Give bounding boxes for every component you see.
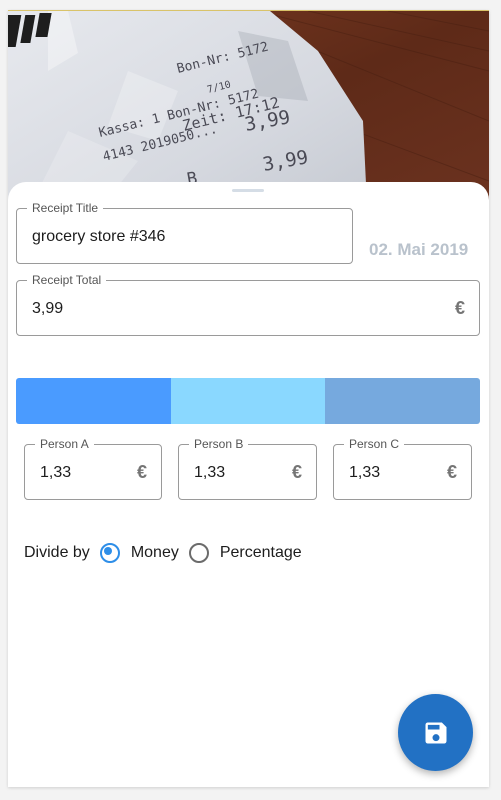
receipt-title-label: Receipt Title <box>27 201 104 215</box>
receipt-title-value[interactable]: grocery store #346 <box>32 227 165 247</box>
euro-icon: € <box>454 298 465 318</box>
save-icon <box>425 722 446 743</box>
person-c-field[interactable]: Person C 1,33 € <box>333 437 472 500</box>
person-c-value[interactable]: 1,33 <box>349 463 380 483</box>
receipt-total-field[interactable]: Receipt Total 3,99 € <box>16 273 480 336</box>
split-bar-segment-a[interactable] <box>16 378 171 424</box>
person-b-value[interactable]: 1,33 <box>194 463 225 483</box>
percentage-radio-label[interactable]: Percentage <box>220 544 302 562</box>
person-a-value[interactable]: 1,33 <box>40 463 71 483</box>
split-bar-segment-b[interactable] <box>170 378 326 424</box>
split-bar[interactable] <box>16 378 480 424</box>
receipt-form-sheet: Receipt Title grocery store #346 02. Mai… <box>8 182 489 787</box>
divide-by-group: Divide by Money Percentage <box>24 541 302 565</box>
drag-handle[interactable] <box>232 189 264 192</box>
person-b-label: Person B <box>189 437 249 451</box>
euro-icon: € <box>136 462 147 482</box>
person-a-label: Person A <box>35 437 94 451</box>
person-b-field[interactable]: Person B 1,33 € <box>178 437 317 500</box>
money-radio-label[interactable]: Money <box>131 544 179 562</box>
person-c-label: Person C <box>344 437 405 451</box>
split-bar-segment-c[interactable] <box>325 378 480 424</box>
euro-icon: € <box>291 462 302 482</box>
app-screen: Kassa: 1 Bon-Nr: 5172 Bon-Nr: 5172 4143 … <box>8 10 489 787</box>
receipt-total-value[interactable]: 3,99 <box>32 299 63 319</box>
divide-by-label: Divide by <box>24 544 90 561</box>
receipt-title-field[interactable]: Receipt Title grocery store #346 <box>16 201 353 264</box>
euro-icon: € <box>446 462 457 482</box>
percentage-radio[interactable] <box>188 543 209 563</box>
person-a-field[interactable]: Person A 1,33 € <box>24 437 162 500</box>
save-button[interactable] <box>398 694 473 771</box>
receipt-date[interactable]: 02. Mai 2019 <box>369 240 468 260</box>
receipt-total-label: Receipt Total <box>27 273 107 287</box>
money-radio[interactable] <box>99 543 120 563</box>
